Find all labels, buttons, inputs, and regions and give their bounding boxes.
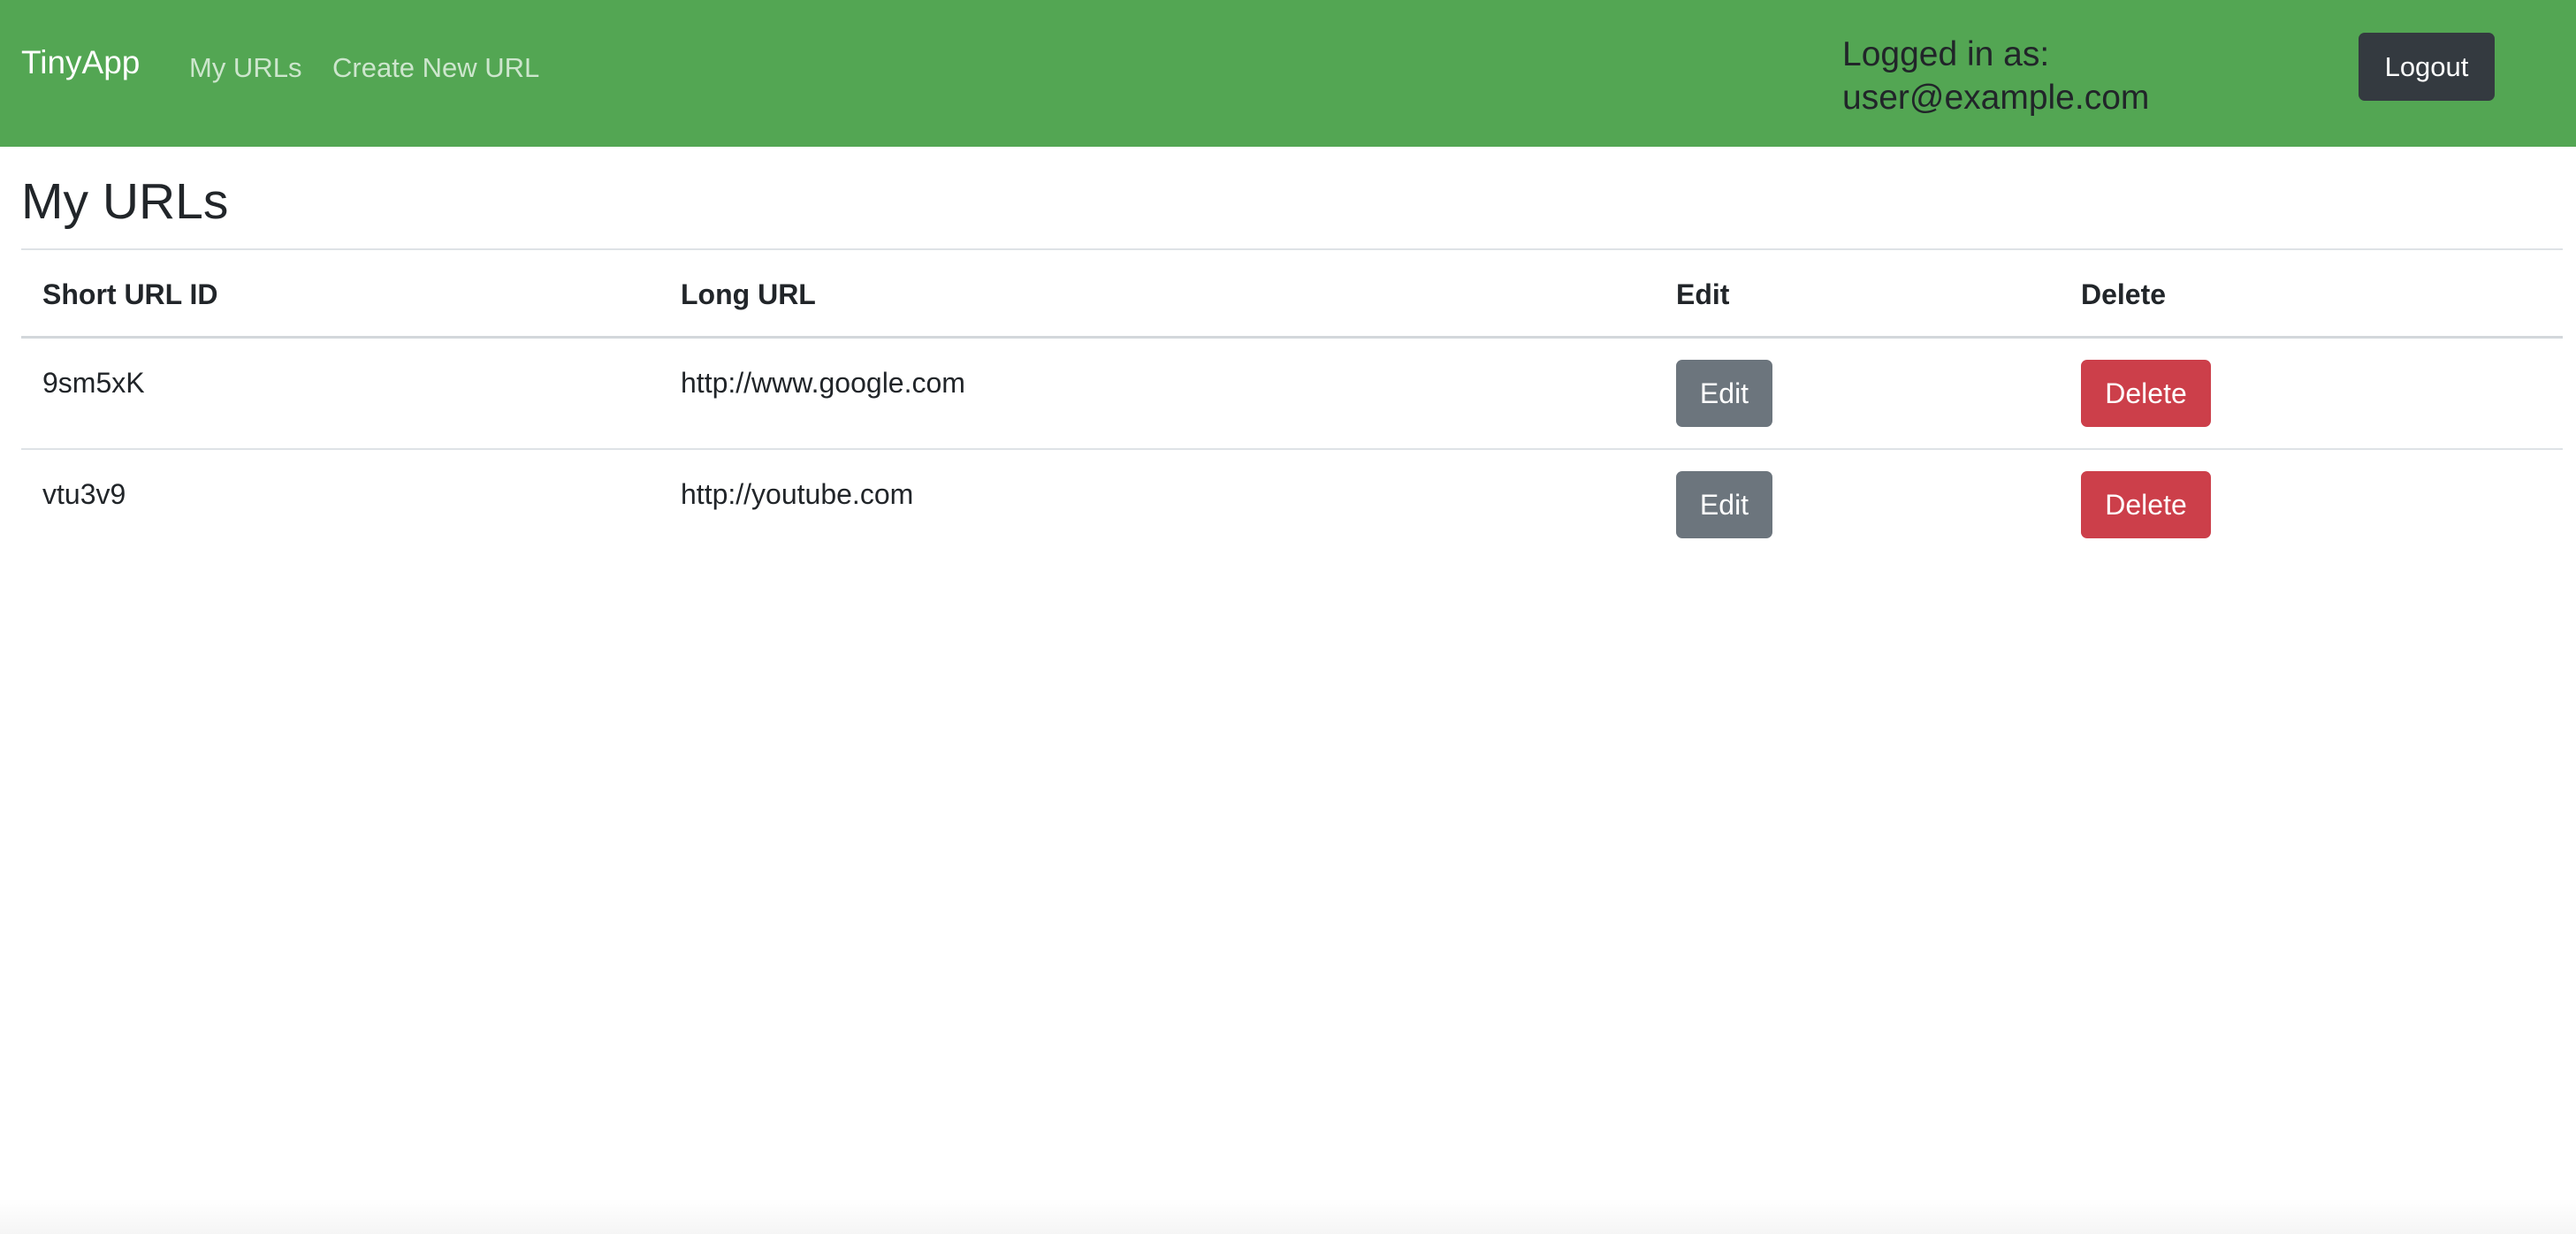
bottom-shadow [0, 1199, 2576, 1234]
edit-button[interactable]: Edit [1676, 360, 1772, 427]
user-email: user@example.com [1842, 78, 2150, 117]
column-header-edit: Edit [1676, 278, 1730, 310]
page-title: My URLs [21, 173, 229, 230]
table-row-divider [21, 448, 2563, 450]
long-url-cell: http://www.google.com [681, 367, 965, 399]
column-header-long-url: Long URL [681, 278, 816, 310]
login-label: Logged in as: [1842, 35, 2050, 73]
nav-link-create-new-url[interactable]: Create New URL [332, 54, 539, 81]
column-header-delete: Delete [2081, 278, 2167, 310]
long-url-cell: http://youtube.com [681, 478, 914, 510]
edit-button[interactable]: Edit [1676, 471, 1772, 538]
short-url-id-cell: 9sm5xK [42, 367, 145, 399]
login-status: Logged in as: user@example.com [1842, 34, 2149, 120]
table-header-divider [21, 336, 2563, 339]
brand-logo-link[interactable]: TinyApp [21, 46, 140, 79]
short-url-id-cell: vtu3v9 [42, 478, 126, 510]
delete-button[interactable]: Delete [2081, 471, 2211, 538]
logout-button[interactable]: Logout [2359, 33, 2495, 101]
column-header-short-url-id: Short URL ID [42, 278, 218, 310]
nav-link-my-urls[interactable]: My URLs [189, 54, 301, 81]
table-top-border [21, 248, 2563, 250]
delete-button[interactable]: Delete [2081, 360, 2211, 427]
navbar: TinyApp My URLs Create New URL Logged in… [0, 0, 2576, 147]
